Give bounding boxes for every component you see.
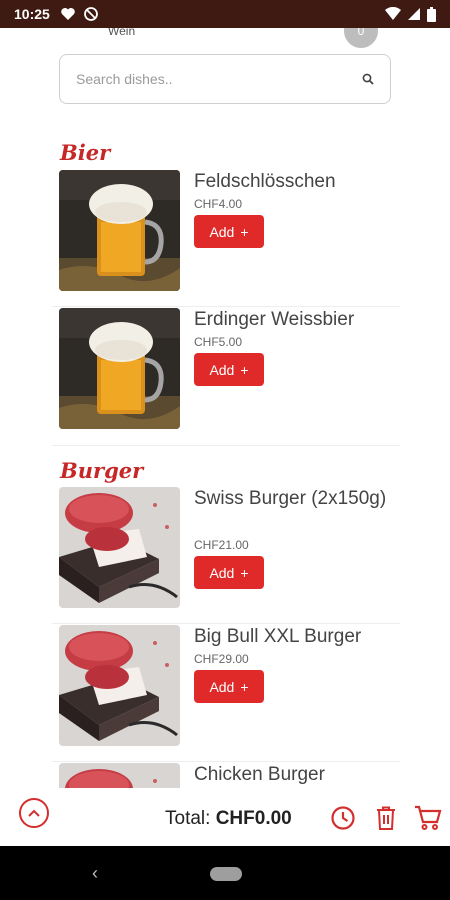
- burger-patty-image: [59, 763, 180, 788]
- menu-item: Big Bull XXL Burger CHF29.00 Add +: [59, 625, 399, 749]
- divider: [52, 623, 400, 624]
- plus-icon: +: [240, 678, 249, 695]
- category-title-bier: Bier: [60, 140, 111, 165]
- cart-total: Total: CHF0.00: [165, 808, 292, 830]
- item-name: Chicken Burger: [194, 764, 325, 785]
- status-time: 10:25: [14, 6, 50, 22]
- category-tab-fragment[interactable]: Wein: [108, 28, 135, 38]
- add-button[interactable]: Add +: [194, 353, 264, 386]
- scroll-to-top-button[interactable]: [19, 798, 49, 828]
- item-name: Erdinger Weissbier: [194, 309, 355, 330]
- burger-patty-image: [59, 625, 180, 746]
- cart-count-badge: 0: [344, 28, 378, 48]
- add-button-label: Add: [209, 564, 235, 581]
- menu-item: Swiss Burger (2x150g) CHF21.00 Add +: [59, 487, 399, 611]
- status-bar: 10:25: [0, 0, 450, 28]
- trash-icon: [377, 806, 395, 830]
- beer-image: [59, 308, 180, 429]
- chevron-up-icon: [28, 809, 40, 817]
- item-name: Swiss Burger (2x150g): [194, 488, 387, 509]
- cart-icon: [415, 805, 442, 830]
- item-price: CHF29.00: [194, 652, 249, 666]
- plus-icon: +: [240, 361, 249, 378]
- plus-icon: +: [240, 564, 249, 581]
- clock-icon: [331, 806, 355, 830]
- divider: [52, 306, 400, 307]
- divider: [52, 761, 400, 762]
- menu-item: Chicken Burger: [59, 763, 399, 788]
- plus-icon: +: [240, 223, 249, 240]
- clear-cart-button[interactable]: [372, 804, 400, 832]
- search-icon[interactable]: [362, 73, 374, 85]
- search-bar[interactable]: [59, 54, 391, 104]
- system-nav-bar: ‹: [0, 846, 450, 900]
- no-disturb-icon: [83, 7, 98, 21]
- wifi-icon: [385, 7, 401, 20]
- category-title-burger: Burger: [60, 458, 144, 483]
- item-name: Feldschlösschen: [194, 171, 336, 192]
- add-button[interactable]: Add +: [194, 670, 264, 703]
- item-price: CHF4.00: [194, 197, 243, 211]
- item-price: CHF5.00: [194, 335, 243, 349]
- menu-content[interactable]: Wein 0 Bier Feldschlösschen CHF4.00 Add …: [0, 28, 450, 788]
- total-label: Total:: [165, 808, 211, 829]
- home-pill-icon[interactable]: [210, 867, 242, 881]
- search-input[interactable]: [76, 71, 362, 87]
- divider: [52, 445, 400, 446]
- signal-icon: [408, 8, 420, 20]
- heart-pulse-icon: [61, 8, 75, 20]
- total-value: CHF0.00: [215, 808, 292, 829]
- order-history-button[interactable]: [329, 804, 357, 832]
- menu-item: Erdinger Weissbier CHF5.00 Add +: [59, 308, 399, 432]
- item-price: CHF21.00: [194, 538, 249, 552]
- cart-button[interactable]: [414, 804, 442, 832]
- add-button-label: Add: [209, 223, 235, 240]
- menu-item: Feldschlösschen CHF4.00 Add +: [59, 170, 399, 294]
- item-name: Big Bull XXL Burger: [194, 626, 362, 647]
- battery-icon: [427, 6, 436, 22]
- add-button[interactable]: Add +: [194, 556, 264, 589]
- beer-image: [59, 170, 180, 291]
- back-icon[interactable]: ‹: [92, 863, 98, 884]
- cart-bar: Total: CHF0.00: [0, 788, 450, 846]
- add-button-label: Add: [209, 678, 235, 695]
- burger-patty-image: [59, 487, 180, 608]
- add-button-label: Add: [209, 361, 235, 378]
- add-button[interactable]: Add +: [194, 215, 264, 248]
